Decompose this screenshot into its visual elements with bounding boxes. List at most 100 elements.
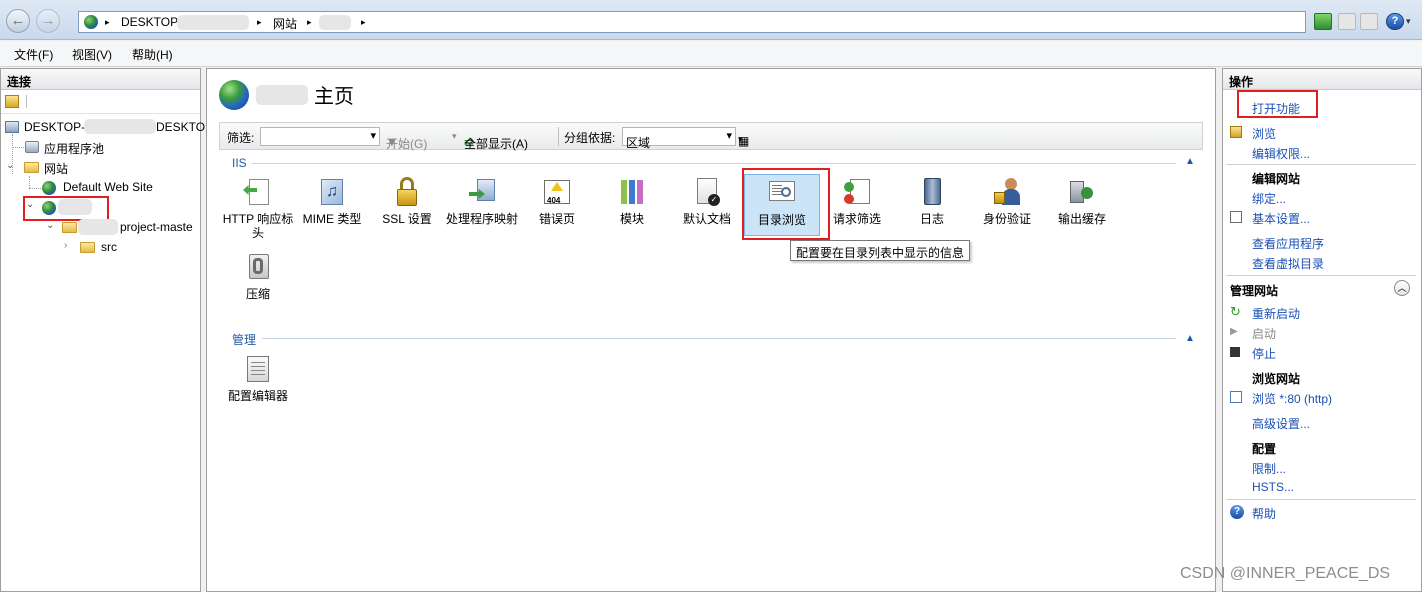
help-circle-icon: ? [1230, 505, 1244, 519]
feature-logging[interactable]: 日志 [894, 177, 970, 226]
page-title: 主页 [314, 86, 354, 108]
group-by-select[interactable]: 区域 [622, 127, 736, 150]
collapse-manage-icon[interactable]: ▲ [1185, 333, 1195, 344]
feature-compression[interactable]: 压缩 [220, 252, 296, 301]
feature-label: HTTP 响应标头 [222, 212, 294, 240]
filter-label: 筛选: [227, 131, 255, 145]
src-folder-icon [80, 242, 95, 253]
help-dropdown-icon[interactable]: ▾ [1406, 16, 1411, 27]
menu-help[interactable]: 帮助(H) [132, 46, 173, 63]
filter-bar: 筛选: ▼ 开始(G) ▾ ⇄ 全部显示(A) 分组依据: 区域 ▦▾ [219, 122, 1203, 151]
group-by-label: 分组依据: [564, 131, 616, 145]
home-icon[interactable] [1360, 13, 1378, 30]
refresh-icon[interactable] [1314, 13, 1332, 30]
start-dropdown-icon[interactable]: ▾ [452, 131, 457, 142]
app-pool-icon [25, 141, 39, 153]
feature-label: 错误页 [538, 212, 575, 226]
feature-label: MIME 类型 [302, 212, 362, 226]
tooltip: 配置要在目录列表中显示的信息 [790, 240, 971, 261]
show-all-label: 全部显示(A) [464, 137, 528, 151]
tree-line [29, 176, 30, 188]
filter-input[interactable] [260, 127, 380, 146]
browse-icon [1230, 126, 1242, 138]
tree-expand-sites-icon[interactable]: ⌄ [6, 160, 14, 171]
action-edit-permissions[interactable]: 编辑权限... [1252, 145, 1310, 162]
feature-authentication[interactable]: 身份验证 [969, 177, 1045, 226]
default-document-icon: ✓ [692, 177, 722, 207]
collapse-manage-site-icon[interactable]: ︿ [1394, 280, 1410, 296]
connect-icon[interactable] [5, 95, 19, 108]
group-by-value: 区域 [626, 136, 651, 150]
action-limits[interactable]: 限制... [1252, 460, 1286, 477]
tree-src[interactable]: src [101, 240, 117, 254]
forward-button[interactable]: → [36, 9, 60, 33]
tree-line [29, 188, 41, 189]
http-headers-icon [243, 177, 273, 207]
watermark: CSDN @INNER_PEACE_DS [1180, 565, 1391, 582]
menu-file[interactable]: 文件(F) [14, 46, 53, 63]
feature-label: 身份验证 [982, 212, 1031, 226]
error-icon-text: 404 [547, 196, 561, 205]
action-restart[interactable]: 重新启动 [1252, 305, 1300, 322]
browse-site-icon [1230, 391, 1242, 403]
section-manage-site: 管理网站 [1230, 284, 1279, 298]
group-divider [262, 338, 1176, 339]
tree-expand-src-icon[interactable]: › [64, 240, 67, 251]
help-icon[interactable]: ? [1386, 13, 1404, 30]
tree-project[interactable]: project-maste [120, 220, 193, 234]
tree-server[interactable]: DESKTOP- [24, 120, 85, 134]
project-folder-icon [62, 222, 77, 233]
stop-icon[interactable] [1338, 13, 1356, 30]
action-help[interactable]: 帮助 [1252, 505, 1276, 522]
action-start[interactable]: 启动 [1252, 325, 1276, 342]
collapse-iis-icon[interactable]: ▲ [1185, 156, 1195, 167]
sites-folder-icon [24, 162, 39, 173]
action-browse[interactable]: 浏览 [1252, 125, 1276, 142]
actions-divider [1226, 164, 1416, 165]
handler-mappings-icon [467, 177, 497, 207]
action-stop[interactable]: 停止 [1252, 345, 1276, 362]
address-separator: ▸ [307, 17, 312, 27]
action-view-applications[interactable]: 查看应用程序 [1252, 235, 1324, 252]
section-browse-site: 浏览网站 [1252, 372, 1301, 386]
address-segment-server[interactable]: DESKTOP [121, 15, 178, 29]
group-divider [252, 163, 1176, 164]
feature-default-document[interactable]: ✓ 默认文档 [669, 177, 745, 226]
feature-ssl-settings[interactable]: SSL 设置 [369, 177, 445, 226]
back-button[interactable]: ← [6, 9, 30, 33]
feature-handler-mappings[interactable]: 处理程序映射 [444, 177, 520, 226]
feature-mime-types[interactable]: ♫ MIME 类型 [294, 177, 370, 226]
address-input[interactable]: ▸ DESKTOP ▸ 网站 ▸ ▸ [78, 11, 1306, 33]
action-advanced-settings[interactable]: 高级设置... [1252, 415, 1310, 432]
highlight-open-feature [1237, 90, 1318, 118]
tree-expand-project-icon[interactable]: ⌄ [46, 220, 54, 231]
action-basic-settings[interactable]: 基本设置... [1252, 210, 1310, 227]
feature-label: 配置编辑器 [227, 389, 288, 403]
feature-configuration-editor[interactable]: 配置编辑器 [220, 354, 296, 403]
address-bar-area: ← → ▸ DESKTOP ▸ 网站 ▸ ▸ ? ▾ [0, 0, 1422, 40]
tree-app-pools[interactable]: 应用程序池 [44, 140, 104, 157]
address-segment-sites[interactable]: 网站 [273, 15, 297, 32]
feature-modules[interactable]: 模块 [594, 177, 670, 226]
action-bindings[interactable]: 绑定... [1252, 190, 1286, 207]
address-separator: ▸ [105, 17, 110, 27]
feature-output-caching[interactable]: 输出缓存 [1044, 177, 1120, 226]
feature-error-pages[interactable]: 404 错误页 [519, 177, 595, 226]
feature-http-response-headers[interactable]: HTTP 响应标头 [220, 177, 296, 240]
group-header-iis: IIS [232, 156, 247, 170]
tree-default-web-site[interactable]: Default Web Site [63, 180, 153, 194]
tree-sites[interactable]: 网站 [44, 160, 68, 177]
feature-request-filtering[interactable]: 请求筛选 [819, 177, 895, 226]
menu-view[interactable]: 视图(V) [72, 46, 112, 63]
back-arrow-icon: ← [10, 12, 26, 29]
toolbar-divider [558, 127, 559, 146]
start-filter-label: 开始(G) [386, 137, 428, 151]
restart-icon: ↻ [1230, 304, 1241, 319]
configuration-editor-icon [243, 354, 273, 384]
highlight-directory-browsing [742, 168, 830, 240]
tree-server-suffix: DESKTO [156, 120, 206, 134]
action-view-virtual-directories[interactable]: 查看虚拟目录 [1252, 255, 1324, 272]
action-browse-80[interactable]: 浏览 *:80 (http) [1252, 390, 1332, 407]
mime-types-icon: ♫ [317, 177, 347, 207]
action-hsts[interactable]: HSTS... [1252, 480, 1294, 494]
